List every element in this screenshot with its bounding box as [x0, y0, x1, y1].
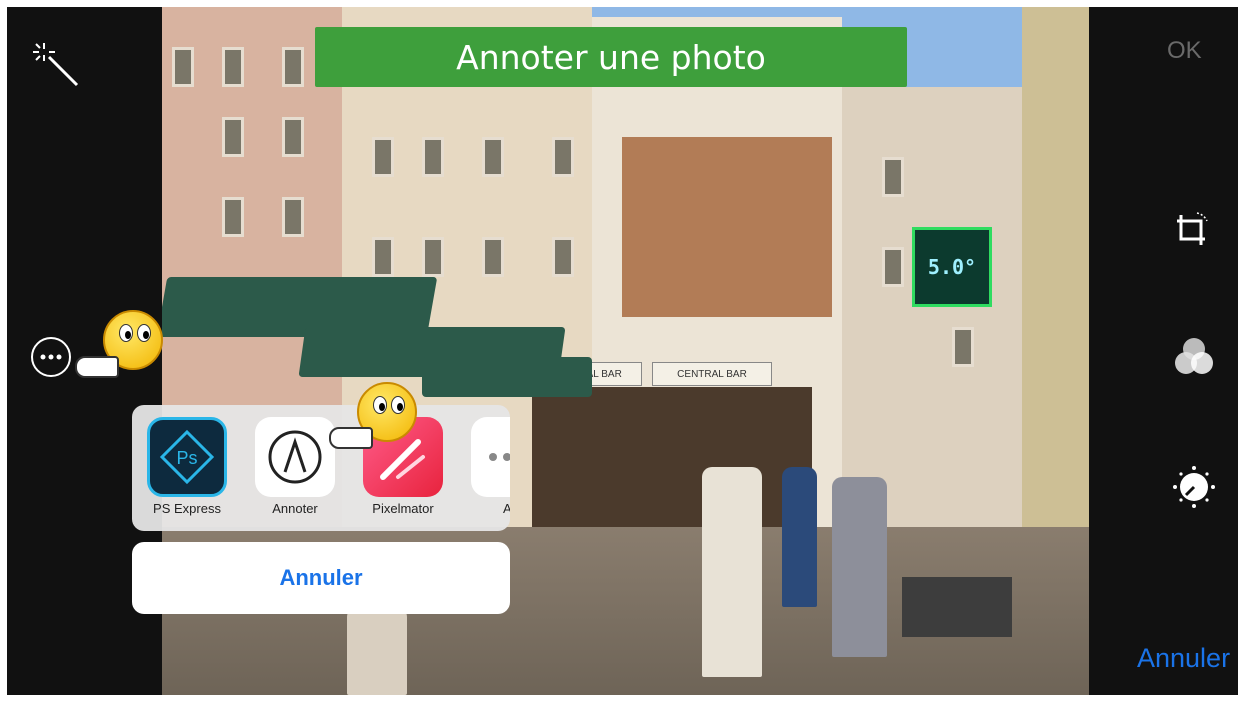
window: [222, 117, 244, 157]
ps-express-icon[interactable]: Ps: [147, 417, 227, 497]
share-sheet: Ps PS Express Annoter Pixelmator Au: [132, 405, 510, 531]
app-label: Annoter: [272, 501, 318, 516]
more-options-icon[interactable]: [29, 335, 73, 379]
window: [552, 137, 574, 177]
window: [282, 47, 304, 87]
filters-icon[interactable]: [1169, 332, 1219, 382]
cancel-button[interactable]: Annuler: [1137, 643, 1230, 674]
pedestrian: [832, 477, 887, 657]
bar-sign-text: CENTRAL BAR: [677, 368, 747, 380]
share-sheet-cancel-button[interactable]: Annuler: [132, 542, 510, 614]
app-label: Pixelmator: [372, 501, 434, 516]
umbrella: [422, 357, 592, 397]
window: [222, 47, 244, 87]
right-toolbar: [1089, 7, 1238, 695]
app-label: Au: [503, 501, 510, 516]
window: [422, 137, 444, 177]
window: [952, 327, 974, 367]
svg-text:Ps: Ps: [176, 448, 197, 468]
pedestrian: [347, 607, 407, 695]
window: [282, 197, 304, 237]
window: [552, 237, 574, 277]
building-far-right: [1022, 7, 1089, 567]
planter: [902, 577, 1012, 637]
window: [372, 237, 394, 277]
adjust-dial-icon[interactable]: [1169, 462, 1219, 512]
more-apps-icon[interactable]: [471, 417, 510, 497]
ok-button[interactable]: OK: [1167, 37, 1202, 65]
window: [482, 237, 504, 277]
window: [422, 237, 444, 277]
window: [282, 117, 304, 157]
pharmacy-sign: 5.0°: [912, 227, 992, 307]
title-banner: Annoter une photo: [315, 27, 907, 87]
window: [482, 137, 504, 177]
photo-editor-window: 5.0° CENTRAL BAR CENTRAL BAR: [7, 7, 1238, 695]
window: [222, 197, 244, 237]
window: [882, 247, 904, 287]
window: [372, 137, 394, 177]
crop-rotate-icon[interactable]: [1169, 207, 1213, 251]
pedestrian: [782, 467, 817, 607]
pointing-hand-icon: [75, 356, 119, 378]
magic-wand-icon[interactable]: [31, 39, 81, 89]
bar-awning: [532, 387, 812, 537]
window: [882, 157, 904, 197]
banner-title: Annoter une photo: [456, 37, 766, 77]
pedestrian: [702, 467, 762, 677]
pharmacy-sign-text: 5.0°: [927, 255, 977, 279]
pointing-hand-icon: [329, 427, 373, 449]
app-label: PS Express: [153, 501, 221, 516]
annotate-icon[interactable]: [255, 417, 335, 497]
window: [172, 47, 194, 87]
bar-sign: CENTRAL BAR: [652, 362, 772, 386]
mural: [622, 137, 832, 317]
